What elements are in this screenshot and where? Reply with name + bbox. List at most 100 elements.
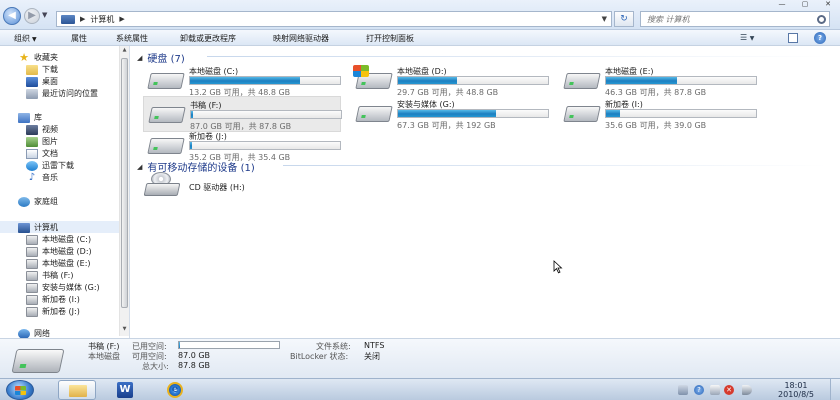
usage-bar-fill: [398, 110, 496, 117]
breadcrumb-computer[interactable]: 计算机: [90, 14, 114, 25]
drive-icon: [26, 294, 38, 305]
clock-date: 2010/8/5: [778, 390, 814, 399]
sidebar-label: 安装与媒体 (G:): [42, 283, 100, 292]
taskbar-ie-button[interactable]: e: [156, 380, 194, 400]
detail-fs-value: NTFS: [364, 341, 385, 350]
cd-drive-label[interactable]: CD 驱动器 (H:): [189, 182, 245, 193]
drive-tile-g[interactable]: 安装与媒体 (G:) 67.3 GB 可用，共 192 GB: [351, 96, 549, 132]
sidebar-item-recent[interactable]: 最近访问的位置: [26, 88, 98, 99]
maximize-button[interactable]: ▢: [794, 0, 816, 10]
sidebar-item-network[interactable]: 网络: [18, 328, 50, 338]
sidebar-label: 视频: [42, 125, 58, 134]
drive-icon: [26, 306, 38, 317]
sidebar-label: 音乐: [42, 173, 58, 182]
sidebar-item-xunlei[interactable]: 迅雷下载: [26, 160, 74, 171]
system-clock[interactable]: 18:01 2010/8/5: [768, 381, 824, 399]
minimize-button[interactable]: —: [770, 0, 794, 10]
drive-tile-c[interactable]: 本地磁盘 (C:) 13.2 GB 可用，共 48.8 GB: [143, 63, 341, 99]
usage-bar: [605, 76, 757, 85]
properties-button[interactable]: 属性: [71, 33, 87, 44]
sidebar-item-downloads[interactable]: 下载: [26, 64, 58, 75]
forward-button[interactable]: ▶: [24, 8, 40, 24]
network-status-icon[interactable]: [710, 385, 720, 395]
sidebar-item-drive-g[interactable]: 安装与媒体 (G:): [26, 282, 100, 293]
change-view-button[interactable]: ☰ ▼: [740, 33, 762, 43]
sidebar-item-documents[interactable]: 文档: [26, 148, 58, 159]
usage-bar: [189, 141, 341, 150]
start-button[interactable]: [6, 380, 34, 400]
detail-usage-bar: [178, 341, 280, 349]
xunlei-icon: [26, 160, 38, 171]
uninstall-program-button[interactable]: 卸载或更改程序: [180, 33, 236, 44]
navigation-pane: ★ 收藏夹 下载 桌面 最近访问的位置 库 视频 图片 文档 迅雷下载 ♪ 音乐 家…: [0, 46, 130, 338]
taskbar-word-button[interactable]: W: [106, 380, 144, 400]
organize-menu[interactable]: 组织 ▼: [14, 33, 37, 44]
hard-drive-icon: [148, 107, 186, 123]
open-control-panel-button[interactable]: 打开控制面板: [366, 33, 414, 44]
command-bar: 组织 ▼ 属性 系统属性 卸载或更改程序 映射网络驱动器 打开控制面板 ☰ ▼ ?: [0, 30, 840, 46]
sidebar-item-drive-j[interactable]: 新加卷 (J:): [26, 306, 80, 317]
star-icon: ★: [19, 50, 29, 64]
drive-icon: [26, 270, 38, 281]
address-field[interactable]: ▶ 计算机 ▶ ▼: [56, 11, 612, 27]
hard-drive-icon: [147, 138, 185, 154]
scroll-up-icon[interactable]: ▲: [120, 47, 129, 56]
sidebar-scrollbar[interactable]: ▲ ▼: [119, 46, 129, 336]
detail-usage-bar-fill: [179, 342, 180, 348]
history-dropdown-icon[interactable]: ▼: [42, 11, 47, 19]
collapse-icon[interactable]: ◢: [137, 163, 142, 171]
system-properties-button[interactable]: 系统属性: [116, 33, 148, 44]
breadcrumb-separator-icon[interactable]: ▶: [119, 15, 124, 23]
selected-drive-icon: [11, 349, 65, 373]
show-desktop-button[interactable]: [830, 379, 840, 400]
chevron-down-icon: ▼: [749, 35, 755, 42]
action-center-icon[interactable]: [678, 385, 688, 395]
sidebar-item-pictures[interactable]: 图片: [26, 136, 58, 147]
preview-pane-button[interactable]: [788, 33, 798, 43]
document-icon: [26, 148, 38, 159]
search-input[interactable]: [647, 14, 807, 24]
drive-tile-d[interactable]: 本地磁盘 (D:) 29.7 GB 可用，共 48.8 GB: [351, 63, 549, 99]
search-box[interactable]: [640, 11, 830, 27]
sidebar-item-favorites[interactable]: ★ 收藏夹: [18, 52, 58, 63]
sidebar-item-homegroup[interactable]: 家庭组: [18, 196, 58, 207]
help-icon[interactable]: ?: [694, 385, 704, 395]
refresh-button[interactable]: ↻: [614, 11, 634, 27]
sidebar-item-music[interactable]: ♪ 音乐: [26, 172, 58, 183]
close-button[interactable]: ✕: [816, 0, 840, 10]
usage-bar-fill: [190, 142, 192, 149]
volume-icon[interactable]: [742, 385, 752, 395]
map-network-drive-button[interactable]: 映射网络驱动器: [273, 33, 329, 44]
drive-tile-i[interactable]: 新加卷 (I:) 35.6 GB 可用，共 39.0 GB: [559, 96, 757, 132]
sidebar-item-desktop[interactable]: 桌面: [26, 76, 58, 87]
hard-drive-icon: [355, 106, 393, 122]
windows-drive-icon: [26, 246, 38, 257]
sidebar-item-drive-c[interactable]: 本地磁盘 (C:): [26, 234, 91, 245]
folder-icon: [69, 385, 87, 397]
drive-icon: [26, 234, 38, 245]
usage-bar-fill: [606, 77, 677, 84]
drive-tile-e[interactable]: 本地磁盘 (E:) 46.3 GB 可用，共 87.8 GB: [559, 63, 757, 99]
sidebar-item-drive-e[interactable]: 本地磁盘 (E:): [26, 258, 91, 269]
detail-free-value: 87.0 GB: [178, 351, 211, 360]
breadcrumb-separator-icon[interactable]: ▶: [80, 15, 85, 23]
sidebar-item-drive-f[interactable]: 书稿 (F:): [26, 270, 73, 281]
collapse-icon[interactable]: ◢: [137, 54, 142, 62]
help-button[interactable]: ?: [814, 32, 826, 44]
drive-tile-f[interactable]: 书稿 (F:) 87.0 GB 可用，共 87.8 GB: [143, 96, 342, 132]
scroll-down-icon[interactable]: ▼: [120, 326, 129, 335]
sidebar-item-drive-d[interactable]: 本地磁盘 (D:): [26, 246, 92, 257]
back-button[interactable]: ◀: [3, 7, 21, 25]
group-divider: [283, 165, 827, 166]
cd-drive-icon[interactable]: [143, 172, 181, 198]
network-error-icon[interactable]: ✕: [724, 385, 734, 395]
sidebar-item-libraries[interactable]: 库: [18, 112, 42, 123]
sidebar-item-drive-i[interactable]: 新加卷 (I:): [26, 294, 80, 305]
search-icon[interactable]: [817, 14, 826, 24]
sidebar-item-computer[interactable]: 计算机: [18, 222, 58, 233]
sidebar-item-videos[interactable]: 视频: [26, 124, 58, 135]
address-dropdown-icon[interactable]: ▼: [602, 15, 607, 23]
scrollbar-thumb[interactable]: [121, 58, 128, 308]
chevron-down-icon: ▼: [32, 36, 37, 43]
taskbar-explorer-button[interactable]: [58, 380, 96, 400]
